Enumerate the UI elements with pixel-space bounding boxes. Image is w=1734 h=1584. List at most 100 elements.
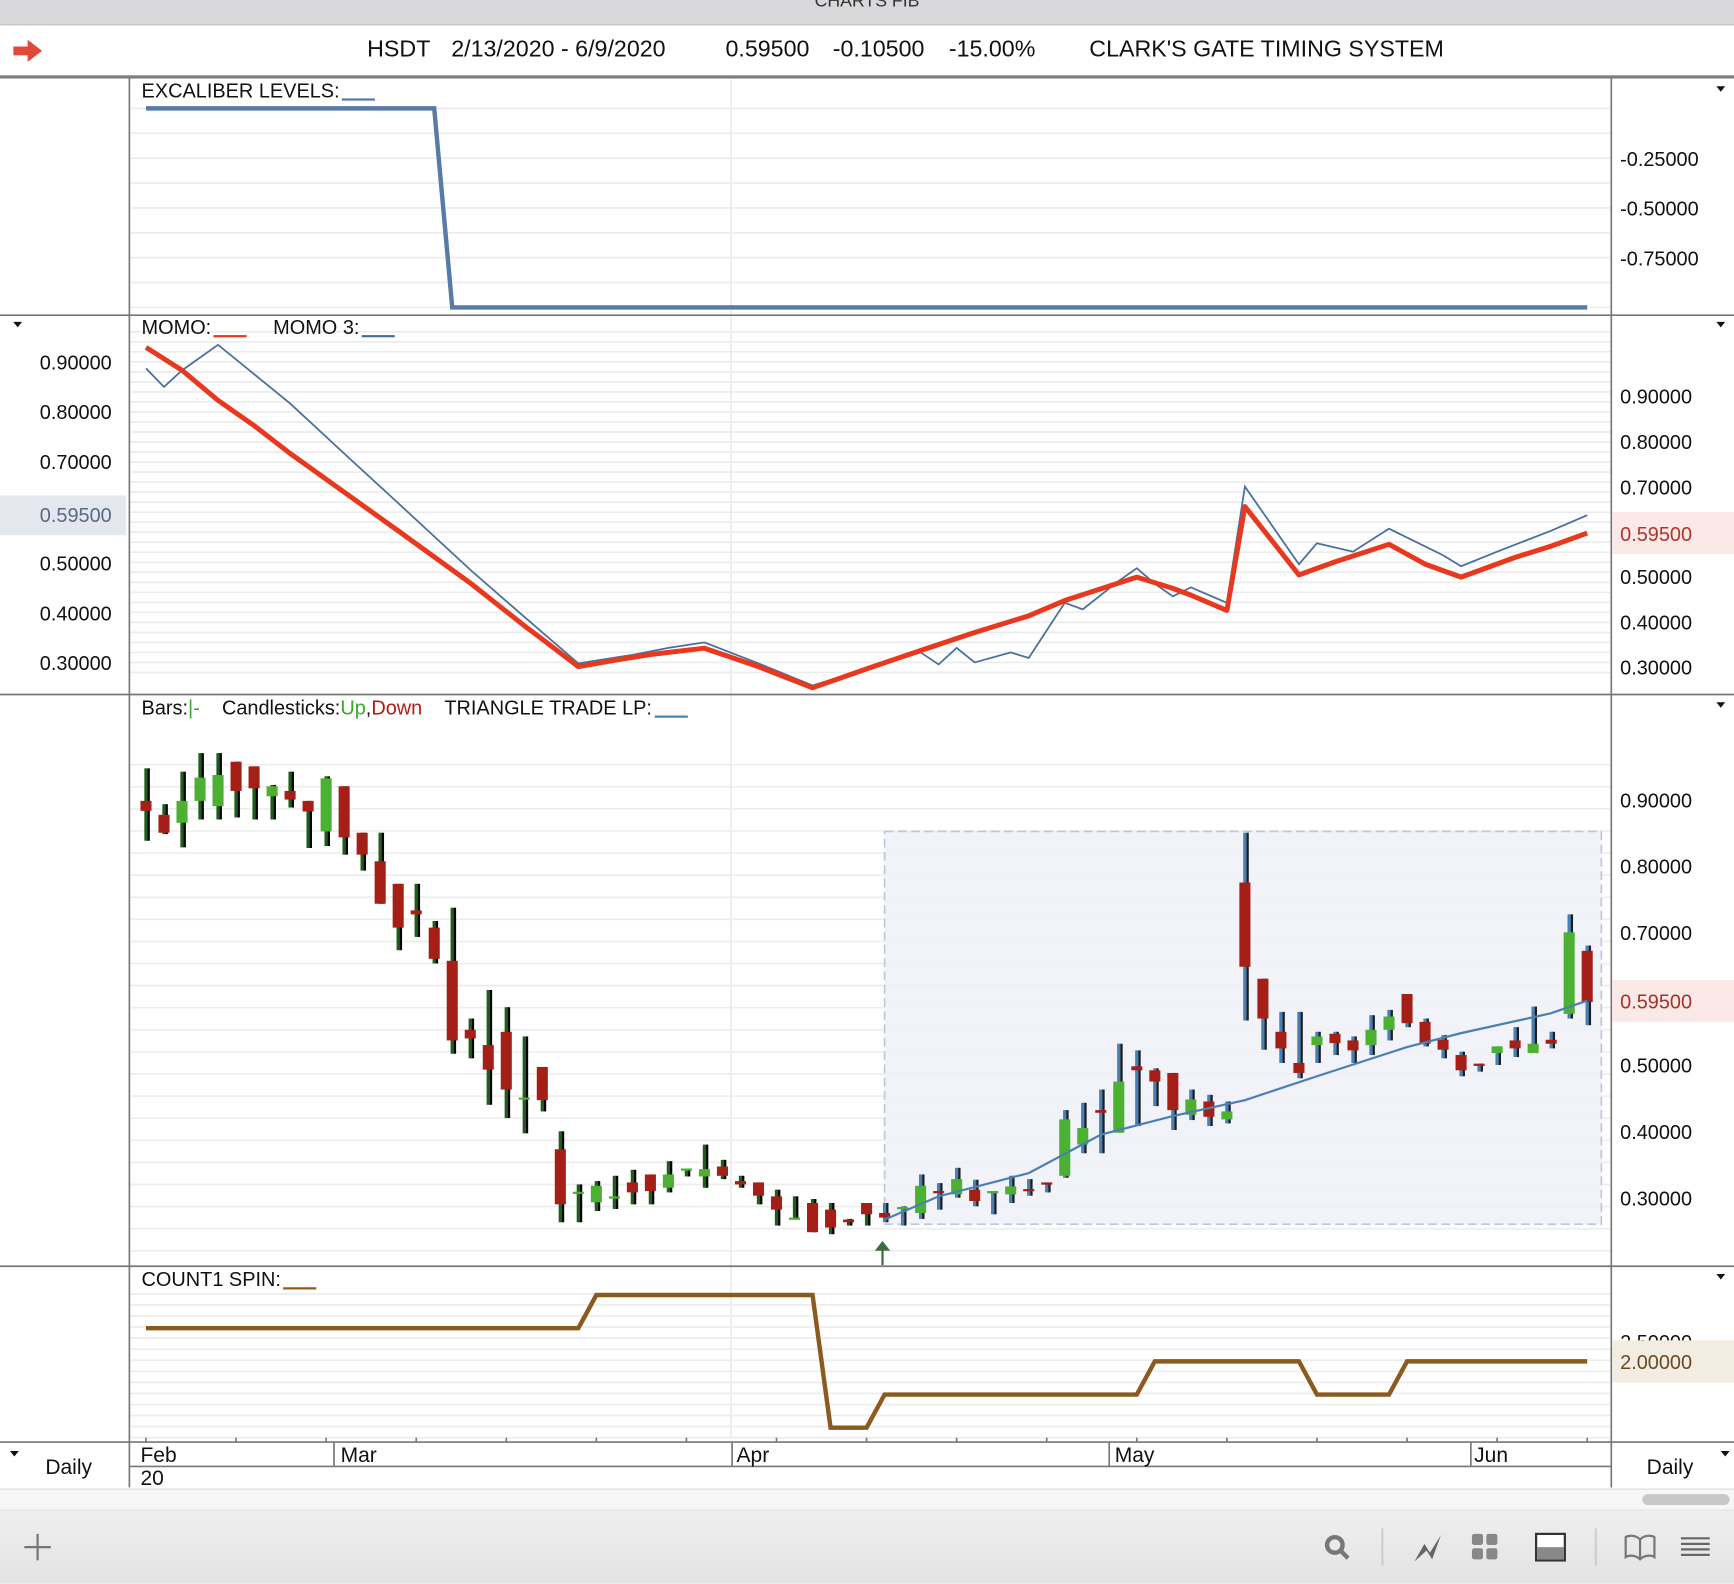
candlestick [302,800,314,849]
candle-body-up [1365,1029,1377,1046]
legend-up: Up [340,696,366,719]
candle-body-up [266,786,278,797]
momo3-line [145,343,1588,687]
momo-right-tick: 0.40000 [1620,612,1692,634]
candlestick [1401,993,1413,1028]
candle-body-down [1293,1062,1305,1073]
candle-body-up [1527,1043,1539,1054]
legend-label: EXCALIBER LEVELS: [141,79,340,102]
candle-body-up [1383,1016,1395,1030]
candle-body-up [194,777,206,801]
search-icon[interactable] [1320,1531,1353,1564]
legend-label: MOMO 3: [273,316,360,339]
scrollbar-thumb[interactable] [1642,1494,1730,1506]
candle-body-down [158,814,170,833]
candle-wick [900,1206,905,1226]
candle-body-down [1239,882,1251,967]
candle-body-up [1491,1046,1503,1054]
candle-body-down [933,1191,945,1194]
panel-icon[interactable] [1534,1531,1567,1564]
momo-left-tick: 0.40000 [40,603,112,625]
pane-menu-dropdown-icon[interactable] [1716,1273,1726,1280]
candle-body-up [1005,1186,1017,1195]
month-label: May [1115,1444,1155,1467]
candle-body-down [1509,1040,1521,1049]
candle-wick [1135,1050,1139,1127]
momo-right-tick: 0.70000 [1620,477,1692,499]
candlestick [788,1196,801,1220]
momo-left-tick: 0.50000 [40,554,112,576]
candle-body-down [554,1149,566,1205]
legend-swatch [361,335,395,338]
candle-body-down [969,1189,981,1202]
toolbar-separator [1594,1528,1597,1566]
candle-body-down [248,766,260,789]
book-icon[interactable] [1623,1531,1656,1564]
candlestick [698,1144,710,1188]
candle-body-down [626,1182,638,1193]
candle-body-up [987,1191,999,1194]
horizontal-scrollbar[interactable] [0,1488,1734,1511]
candle-body-up [1113,1081,1125,1133]
pane-menu-dropdown-icon[interactable] [1716,86,1726,92]
candlestick [861,1202,873,1226]
interval-dropdown-icon[interactable] [9,1450,19,1457]
legend-label: Candlesticks: [221,696,341,719]
pane-menu-dropdown-icon[interactable] [1716,702,1726,708]
pane-menu-dropdown-icon[interactable] [1716,321,1726,328]
candle-body-down [752,1182,765,1196]
plus-icon[interactable] [21,1531,54,1564]
chart-style-icon[interactable] [1411,1531,1444,1564]
legend-label: MOMO: [141,316,212,339]
candlestick [608,1175,620,1209]
candle-body-up [1563,932,1575,1014]
pane-menu-dropdown-icon[interactable] [13,321,23,328]
interval-dropdown-icon[interactable] [1720,1450,1730,1457]
momo-left-tick: 0.80000 [40,402,112,424]
candlestick [428,920,440,964]
month-label: Apr [737,1444,770,1467]
candle-body-up [212,775,224,807]
candle-wick [522,1036,526,1134]
candle-body-down [861,1202,873,1215]
chart-panes[interactable]: -0.25000 -0.50000 -0.75000 0.90000 0.800… [0,0,1734,1584]
candle-body-up [897,1206,909,1210]
grid-layout-icon[interactable] [1469,1531,1502,1564]
bottom-toolbar [0,1510,1734,1584]
candle-body-down [1041,1182,1053,1185]
candlestick [500,1007,512,1119]
chart-window: CHARTS FIB HSDT 2/13/2020 - 6/9/2020 0.5… [0,0,1734,1584]
candle-body-down [1275,1031,1287,1049]
candlestick [266,784,278,820]
interval-selector-right[interactable]: Daily [1647,1456,1694,1479]
candle-body-up [680,1168,692,1171]
legend-swatch [283,1287,317,1290]
candle-body-up [915,1185,927,1213]
candlestick [752,1182,765,1205]
candle-body-down [446,960,458,1041]
candle-body-down [1167,1072,1179,1111]
legend-excaliber: EXCALIBER LEVELS: [141,79,376,103]
signal-up-arrow-icon [874,1240,891,1266]
momo-right-tick: 0.30000 [1620,658,1692,680]
candlestick [446,907,458,1054]
momo-left-tick: 0.90000 [40,352,112,374]
legend-momo: MOMO: MOMO 3: [142,316,395,339]
candle-body-up [698,1169,710,1177]
candle-body-down [464,1029,476,1039]
candle-body-down [428,927,440,959]
month-label: Jun [1474,1444,1508,1467]
candlestick [770,1189,783,1226]
candle-wick [612,1175,617,1209]
candlestick [356,832,368,871]
candle-wick [1099,1089,1103,1154]
candle-wick [792,1196,797,1220]
candlestick [807,1199,819,1233]
candle-body-up [176,800,188,823]
list-icon[interactable] [1679,1531,1712,1564]
candle-body-down [1023,1189,1035,1192]
candle-body-down [284,790,296,800]
candle-body-down [482,1045,494,1070]
candle-body-up [608,1196,620,1199]
interval-selector-left[interactable]: Daily [45,1456,92,1479]
